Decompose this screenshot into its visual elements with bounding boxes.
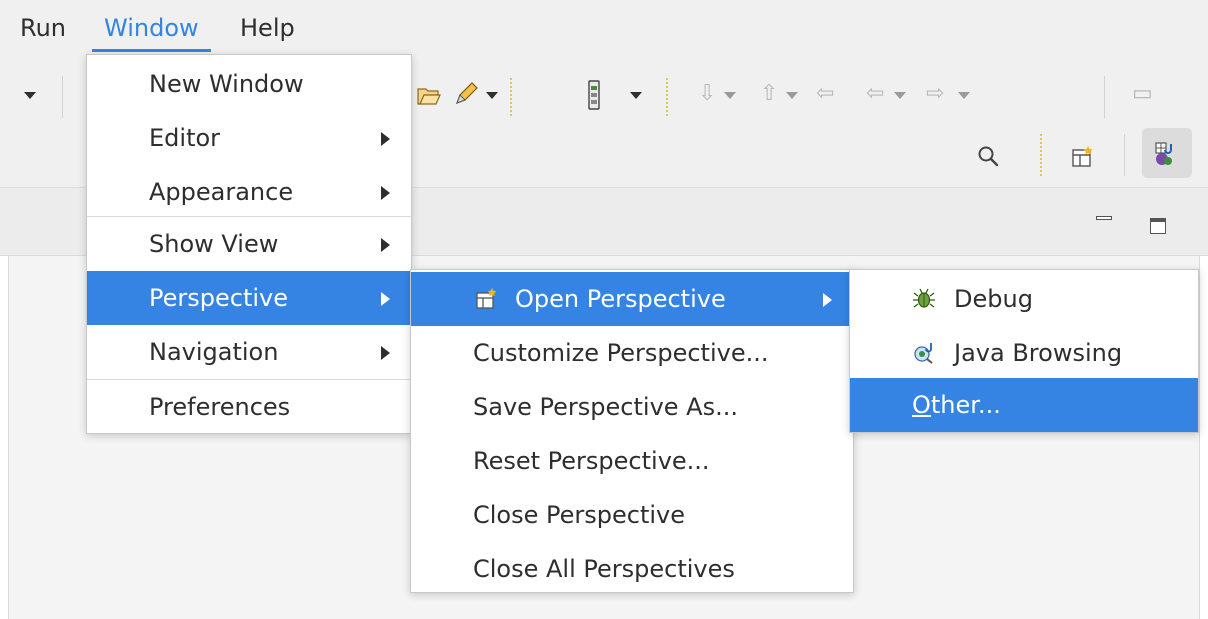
- toolbar-separator: [666, 78, 668, 116]
- next-annotation-icon[interactable]: ⇩: [698, 82, 716, 106]
- menu-item-close-all-perspectives[interactable]: Close All Perspectives: [411, 542, 853, 596]
- menu-item-other[interactable]: Other...: [850, 378, 1198, 432]
- menu-item-label: Perspective: [149, 284, 288, 312]
- menu-item-label: Close All Perspectives: [473, 555, 735, 583]
- menu-item-label: New Window: [149, 70, 304, 98]
- minimize-icon[interactable]: [1096, 216, 1112, 220]
- submenu-arrow-icon: [381, 346, 390, 360]
- menu-run[interactable]: Run: [20, 10, 66, 46]
- next-annotation-dropdown[interactable]: [724, 92, 736, 99]
- submenu-arrow-icon: [381, 132, 390, 146]
- menu-item-label: Navigation: [149, 338, 279, 366]
- debug-bug-icon: [913, 288, 935, 308]
- open-perspective-icon: [476, 288, 497, 309]
- forward-icon[interactable]: ⇨: [926, 82, 944, 106]
- menu-item-label: Reset Perspective...: [473, 447, 710, 475]
- prev-annotation-dropdown[interactable]: [786, 92, 798, 99]
- menu-item-label: Customize Perspective...: [473, 339, 769, 367]
- menu-item-label: Close Perspective: [473, 501, 686, 529]
- menu-item-label: Java Browsing: [954, 339, 1123, 367]
- java-perspective-icon: [1155, 142, 1172, 165]
- menu-item-editor[interactable]: Editor: [87, 111, 411, 165]
- toolbar-separator: [62, 76, 63, 118]
- menu-item-java-browsing[interactable]: Java Browsing: [850, 326, 1198, 380]
- toolbar-dropdown-arrow[interactable]: [24, 92, 36, 99]
- menu-item-close-perspective[interactable]: Close Perspective: [411, 488, 853, 542]
- java-browsing-icon: [914, 343, 933, 364]
- pen-dropdown-arrow[interactable]: [486, 92, 498, 99]
- menu-help[interactable]: Help: [240, 10, 295, 46]
- search-icon[interactable]: [976, 144, 1000, 168]
- perspective-submenu: Open Perspective Customize Perspective..…: [410, 269, 854, 593]
- pin-editor-icon[interactable]: ▭: [1132, 82, 1153, 106]
- indicator-icon[interactable]: [586, 80, 602, 110]
- menu-item-label: Editor: [149, 124, 221, 152]
- maximize-icon[interactable]: [1150, 218, 1166, 234]
- menu-item-save-perspective-as[interactable]: Save Perspective As...: [411, 380, 853, 434]
- menu-item-label: Preferences: [149, 393, 291, 421]
- toolbar-separator: [1124, 134, 1125, 176]
- pen-icon[interactable]: [452, 80, 480, 108]
- menu-item-label: Appearance: [149, 178, 294, 206]
- last-edit-icon[interactable]: ⇦: [816, 82, 834, 106]
- java-perspective-button[interactable]: [1142, 128, 1192, 178]
- forward-dropdown[interactable]: [958, 92, 970, 99]
- menu-item-label: Other...: [912, 378, 1001, 432]
- menu-item-customize-perspective[interactable]: Customize Perspective...: [411, 326, 853, 380]
- submenu-arrow-icon: [381, 186, 390, 200]
- back-icon[interactable]: ⇦: [866, 82, 884, 106]
- open-perspective-icon[interactable]: [1070, 144, 1096, 170]
- menu-item-open-perspective[interactable]: Open Perspective: [411, 272, 853, 326]
- menu-item-perspective[interactable]: Perspective: [87, 271, 411, 325]
- toolbar-separator: [1104, 76, 1105, 118]
- menu-item-preferences[interactable]: Preferences: [87, 380, 411, 434]
- menu-item-label: Show View: [149, 230, 279, 258]
- open-folder-icon[interactable]: [416, 82, 442, 108]
- submenu-arrow-icon: [381, 292, 390, 306]
- toolbar-separator: [510, 78, 512, 116]
- menu-item-appearance[interactable]: Appearance: [87, 165, 411, 219]
- menu-item-debug[interactable]: Debug: [850, 272, 1198, 326]
- mnemonic-letter: O: [912, 391, 931, 419]
- menu-item-new-window[interactable]: New Window: [87, 57, 411, 111]
- menu-item-label: Debug: [954, 285, 1033, 313]
- menu-item-reset-perspective[interactable]: Reset Perspective...: [411, 434, 853, 488]
- window-menu: New Window Editor Appearance Show View P…: [86, 54, 412, 434]
- menu-window[interactable]: Window: [92, 10, 211, 52]
- menu-item-label: Save Perspective As...: [473, 393, 738, 421]
- submenu-arrow-icon: [381, 238, 390, 252]
- indicator-dropdown-arrow[interactable]: [630, 92, 642, 99]
- back-dropdown[interactable]: [894, 92, 906, 99]
- prev-annotation-icon[interactable]: ⇧: [760, 82, 778, 106]
- menu-item-show-view[interactable]: Show View: [87, 217, 411, 271]
- menu-bar: Run Window Help: [0, 0, 1208, 54]
- toolbar-separator: [1040, 134, 1042, 176]
- open-perspective-submenu: Debug Java Browsing Other...: [849, 269, 1199, 433]
- menu-item-label-rest: ther...: [930, 391, 1001, 419]
- menu-item-navigation[interactable]: Navigation: [87, 325, 411, 379]
- menu-item-label: Open Perspective: [515, 285, 726, 313]
- submenu-arrow-icon: [823, 293, 832, 307]
